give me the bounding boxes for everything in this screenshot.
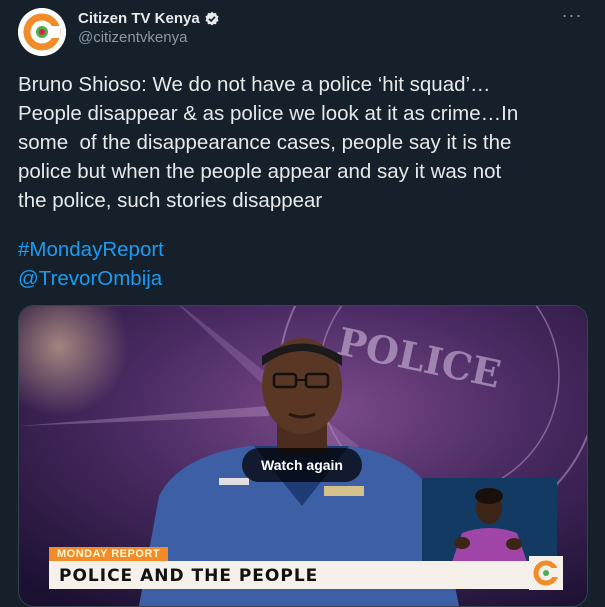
avatar[interactable] [18,8,66,56]
mention-link[interactable]: @TrevorOmbija [18,264,164,293]
banner-label: MONDAY REPORT [49,547,169,561]
banner-title: POLICE AND THE PEOPLE [49,561,529,589]
citizen-tv-logo-icon [18,8,66,56]
display-name[interactable]: Citizen TV Kenya [78,10,200,27]
tweet: Citizen TV Kenya @citizentvkenya ··· Bru… [0,0,605,607]
video-player[interactable]: POLICE Watch again MONDAY REPORT POLICE … [18,305,588,607]
hashtag-link[interactable]: #MondayReport [18,235,164,264]
channel-logo-icon [529,556,563,590]
tweet-text: Bruno Shioso: We do not have a police ‘h… [18,73,519,212]
handle[interactable]: @citizentvkenya [78,29,220,46]
more-options-icon[interactable]: ··· [557,6,587,32]
author-names: Citizen TV Kenya @citizentvkenya [78,10,220,46]
tweet-header: Citizen TV Kenya @citizentvkenya ··· [18,6,587,56]
verified-badge-icon [204,11,220,27]
tweet-links: #MondayReport @TrevorOmbija [18,235,164,293]
sign-language-inset [422,478,557,562]
watch-again-button[interactable]: Watch again [242,448,362,482]
